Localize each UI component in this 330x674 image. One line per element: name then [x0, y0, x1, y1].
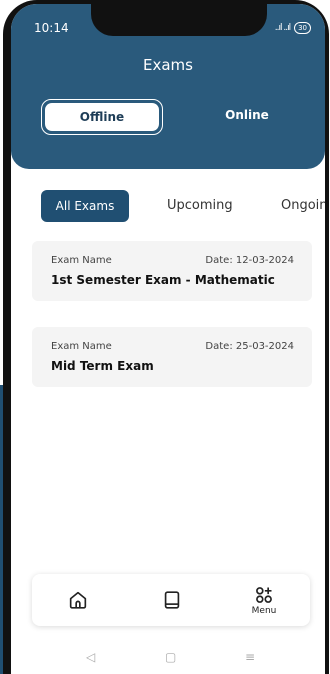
exam-name-label: Exam Name: [51, 341, 112, 352]
system-back-button[interactable]: ◁: [86, 650, 95, 664]
menu-label: Menu: [251, 605, 277, 616]
page-title: Exams: [143, 56, 193, 74]
online-tab[interactable]: Online: [207, 108, 287, 122]
exam-name: Mid Term Exam: [51, 359, 154, 373]
menu-grid-icon: [256, 586, 272, 603]
battery-icon: 30: [294, 22, 311, 34]
signal-icon: ..ıl ..ıl: [274, 23, 291, 33]
system-recents-button[interactable]: ≡: [245, 650, 255, 664]
filter-all-exams[interactable]: All Exams: [41, 190, 129, 222]
app-screen: 10:14 ..ıl ..ıl 30 Exams Offline Online …: [11, 4, 325, 674]
book-icon: [164, 591, 180, 609]
exam-date: Date: 25-03-2024: [205, 341, 294, 352]
system-nav-bar: ◁ ▢ ≡: [11, 650, 325, 674]
home-icon: [69, 591, 87, 609]
offline-tab-label: Offline: [45, 103, 159, 131]
exam-card[interactable]: Exam Name Date: 25-03-2024 Mid Term Exam: [32, 327, 312, 387]
nav-home[interactable]: [58, 574, 98, 626]
system-home-button[interactable]: ▢: [165, 650, 176, 664]
filter-upcoming[interactable]: Upcoming: [167, 198, 233, 213]
exam-name: 1st Semester Exam - Mathematic: [51, 273, 275, 287]
nav-book[interactable]: [152, 574, 192, 626]
offline-tab[interactable]: Offline: [41, 99, 163, 135]
bottom-nav: Menu: [32, 574, 310, 626]
status-icons: ..ıl ..ıl 30: [275, 22, 311, 34]
phone-frame: 10:14 ..ıl ..ıl 30 Exams Offline Online …: [3, 0, 329, 674]
exam-date: Date: 12-03-2024: [205, 255, 294, 266]
filter-ongoing[interactable]: Ongoing: [281, 198, 325, 213]
exam-name-label: Exam Name: [51, 255, 112, 266]
status-time: 10:14: [34, 21, 69, 35]
camera-notch: [91, 4, 267, 36]
exam-filter-bar: All Exams Upcoming Ongoing: [41, 190, 325, 222]
exam-card[interactable]: Exam Name Date: 12-03-2024 1st Semester …: [32, 241, 312, 301]
nav-menu[interactable]: Menu: [244, 574, 284, 626]
